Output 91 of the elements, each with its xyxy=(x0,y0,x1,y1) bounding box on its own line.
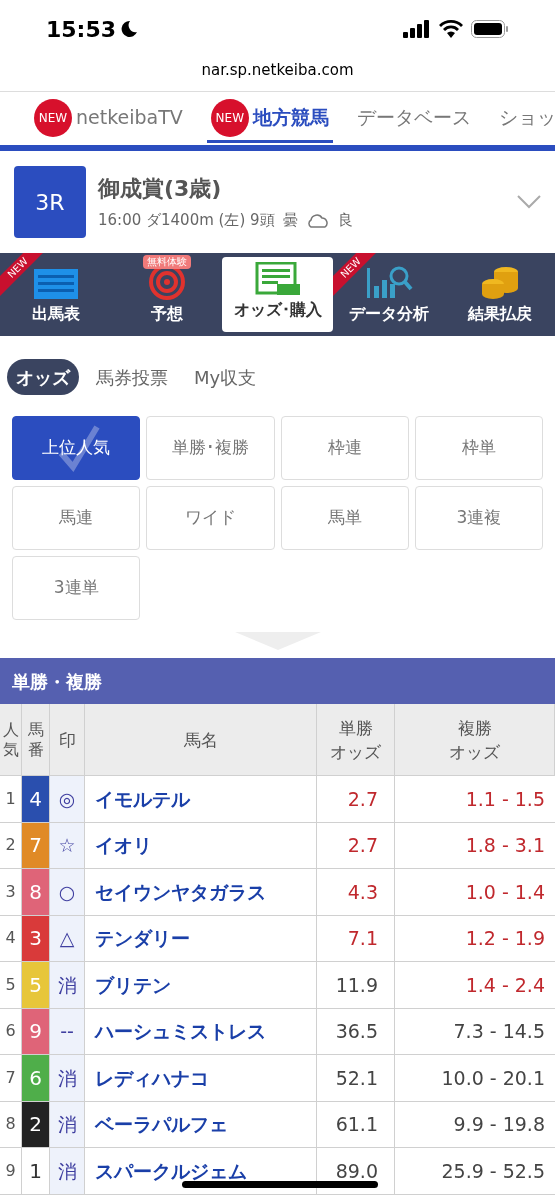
wifi-icon xyxy=(439,20,463,38)
mark-cell: ☆ xyxy=(50,822,85,869)
list-icon xyxy=(32,268,79,300)
win-odds: 36.5 xyxy=(317,1008,395,1055)
mark-cell: -- xyxy=(50,1008,85,1055)
horse-number: 7 xyxy=(22,822,50,869)
sub-tab[interactable]: 馬券投票 xyxy=(87,359,177,395)
mark-cell: ○ xyxy=(50,869,85,916)
race-number: 3R xyxy=(14,166,86,238)
place-odds: 1.1 - 1.5 xyxy=(395,776,555,823)
place-odds: 1.2 - 1.9 xyxy=(395,915,555,962)
chevron-down-icon[interactable] xyxy=(517,195,541,209)
win-odds: 52.1 xyxy=(317,1055,395,1102)
column-header: 人気 xyxy=(2,719,19,760)
mark-cell: 消 xyxy=(50,1055,85,1102)
win-odds: 2.7 xyxy=(317,822,395,869)
nav-tab[interactable]: ショッ xyxy=(494,95,555,143)
weather-text: 曇 xyxy=(282,210,298,232)
column-header: 馬番 xyxy=(27,719,44,760)
bet-type-button[interactable]: 枠単 xyxy=(414,416,543,480)
horse-name-link[interactable]: ベーラパルフェ xyxy=(85,1101,317,1148)
horse-number: 9 xyxy=(22,1008,50,1055)
bet-type-button[interactable]: 枠連 xyxy=(280,416,409,480)
nav-tab[interactable]: データベース xyxy=(352,95,475,143)
win-odds: 2.7 xyxy=(317,776,395,823)
battery-icon xyxy=(471,20,509,38)
nav-tab[interactable]: NEW 地方競馬 xyxy=(206,95,333,143)
place-odds: 1.4 - 2.4 xyxy=(395,962,555,1009)
free-trial-badge: 無料体験 xyxy=(142,255,191,269)
horse-name-link[interactable]: ブリテン xyxy=(85,962,317,1009)
place-odds: 10.0 - 20.1 xyxy=(395,1055,555,1102)
horse-number: 3 xyxy=(22,915,50,962)
chart-search-icon xyxy=(364,264,413,300)
mark-cell: 消 xyxy=(50,1148,85,1195)
url-text: nar.sp.netkeiba.com xyxy=(201,60,354,82)
bet-sheet-icon xyxy=(254,262,301,296)
race-name: 御成賞(3歳) xyxy=(98,175,223,204)
horse-number: 6 xyxy=(22,1055,50,1102)
column-header: オッズ xyxy=(449,740,500,764)
coins-icon xyxy=(479,266,520,300)
mark-cell: ◎ xyxy=(50,776,85,823)
column-header: 印 xyxy=(58,728,76,752)
win-odds: 61.1 xyxy=(317,1101,395,1148)
new-badge: NEW xyxy=(34,98,72,137)
going-text: 良 xyxy=(337,210,353,232)
column-header: 単勝 xyxy=(338,716,373,740)
horse-number: 5 xyxy=(22,962,50,1009)
horse-number: 4 xyxy=(22,776,50,823)
horse-name-link[interactable]: イモルテル xyxy=(85,776,317,823)
bet-type-button[interactable]: 3連複 xyxy=(414,486,543,550)
bet-type-button[interactable]: 馬単 xyxy=(280,486,409,550)
place-odds: 1.8 - 3.1 xyxy=(395,822,555,869)
column-header: 複勝 xyxy=(457,716,492,740)
horse-name-link[interactable]: ハーシュミストレス xyxy=(85,1008,317,1055)
new-badge: NEW xyxy=(210,98,249,137)
column-header: 馬名 xyxy=(183,728,218,752)
horse-name-link[interactable]: レディハナコ xyxy=(85,1055,317,1102)
bet-type-button[interactable]: 上位人気 xyxy=(12,416,141,480)
mark-cell: 消 xyxy=(50,962,85,1009)
place-odds: 7.3 - 14.5 xyxy=(395,1008,555,1055)
menu-tab[interactable]: 結果払戻 xyxy=(444,253,555,336)
section-title: 単勝・複勝 xyxy=(12,669,102,694)
sub-tab[interactable]: オッズ xyxy=(7,359,79,395)
cloud-icon xyxy=(305,213,330,228)
bet-type-button[interactable]: ワイド xyxy=(146,486,275,550)
bet-type-button[interactable]: 3連単 xyxy=(12,556,141,620)
horse-number: 2 xyxy=(22,1101,50,1148)
horse-number: 1 xyxy=(22,1148,50,1195)
signal-icon xyxy=(403,20,431,38)
win-odds: 11.9 xyxy=(317,962,395,1009)
sub-tab[interactable]: My収支 xyxy=(185,359,266,395)
horse-number: 8 xyxy=(22,869,50,916)
moon-icon xyxy=(120,20,139,38)
win-odds: 7.1 xyxy=(317,915,395,962)
horse-name-link[interactable]: セイウンヤタガラス xyxy=(85,869,317,916)
horse-name-link[interactable]: イオリ xyxy=(85,822,317,869)
column-header: オッズ xyxy=(330,740,381,764)
place-odds: 25.9 - 52.5 xyxy=(395,1148,555,1195)
place-odds: 1.0 - 1.4 xyxy=(395,869,555,916)
place-odds: 9.9 - 19.8 xyxy=(395,1101,555,1148)
bet-type-button[interactable]: 馬連 xyxy=(12,486,141,550)
mark-cell: 消 xyxy=(50,1101,85,1148)
win-odds: 4.3 xyxy=(317,869,395,916)
menu-tab[interactable]: オッズ･購入 xyxy=(222,257,333,332)
nav-tab[interactable]: NEW netkeibaTV xyxy=(30,95,187,143)
mark-cell: △ xyxy=(50,915,85,962)
horse-name-link[interactable]: テンダリー xyxy=(85,915,317,962)
menu-tab[interactable]: 無料体験 予想 xyxy=(111,253,222,336)
clock: 15:53 xyxy=(46,15,117,44)
bet-type-button[interactable]: 単勝･複勝 xyxy=(146,416,275,480)
race-info: 16:00 ダ1400m (左) 9頭 xyxy=(98,210,275,232)
